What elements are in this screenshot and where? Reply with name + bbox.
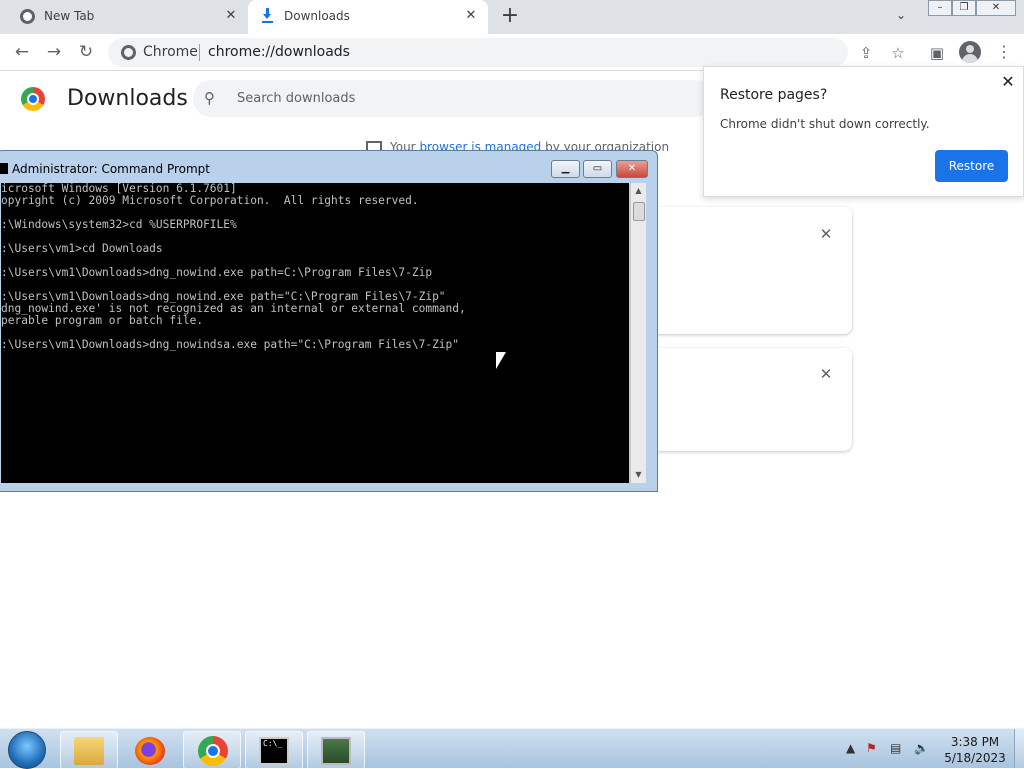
profile-icon[interactable] (959, 41, 981, 63)
close-icon[interactable]: ✕ (818, 226, 834, 242)
taskbar-explorer[interactable] (60, 731, 118, 769)
tab-downloads[interactable]: Downloads ✕ (248, 0, 488, 34)
console-line: :\Users\vm1\Downloads>dng_nowindsa.exe p… (1, 338, 460, 351)
explorer-icon (74, 737, 104, 765)
tray-expand-icon[interactable]: ▲ (846, 741, 855, 755)
firefox-icon (135, 737, 165, 765)
command-prompt-window[interactable]: Administrator: Command Prompt ▁ ▭ ✕ icro… (0, 150, 658, 492)
back-icon[interactable]: ← (12, 42, 32, 62)
console-line: :\Users\vm1\Downloads>dng_nowind.exe pat… (1, 266, 433, 279)
taskbar: C:\_ ▲ ⚑ ▤ 🔈 3:38 PM 5/18/2023 (0, 728, 1024, 769)
close-icon[interactable]: ✕ (462, 7, 480, 25)
close-icon[interactable]: ✕ (818, 366, 834, 382)
download-card: ✕ (654, 348, 852, 451)
restore-pages-dialog: Restore pages? Chrome didn't shut down c… (703, 66, 1024, 197)
clock-date: 5/18/2023 (944, 751, 1006, 765)
star-icon[interactable]: ☆ (887, 42, 909, 64)
taskbar-cmd[interactable]: C:\_ (245, 731, 303, 769)
window-title: Administrator: Command Prompt (12, 162, 210, 176)
cmd-icon (0, 163, 8, 174)
volume-icon[interactable]: 🔈 (914, 741, 929, 755)
tab-new-tab[interactable]: New Tab ✕ (0, 0, 248, 34)
scroll-down-icon[interactable]: ▼ (633, 469, 644, 480)
tab-label: Downloads (284, 9, 350, 23)
mouse-cursor-fill (496, 352, 506, 369)
minimize-button[interactable]: ▁ (551, 160, 580, 178)
address-bar[interactable]: Chrome chrome://downloads (108, 38, 848, 67)
download-icon (262, 8, 274, 24)
cmd-icon: C:\_ (259, 737, 289, 765)
dialog-title: Restore pages? (720, 87, 828, 103)
close-icon[interactable]: ✕ (999, 73, 1017, 91)
search-placeholder: Search downloads (237, 91, 356, 106)
chevron-down-icon[interactable]: ⌄ (896, 8, 914, 26)
clock-time: 3:38 PM (950, 735, 1000, 749)
chrome-icon (20, 9, 35, 24)
console-line: :\Users\vm1>cd Downloads (1, 242, 163, 255)
dialog-body: Chrome didn't shut down correctly. (720, 117, 930, 131)
chrome-icon (198, 736, 228, 766)
restore-button[interactable]: Restore (935, 150, 1008, 182)
show-desktop-button[interactable] (1014, 729, 1024, 768)
restore-button[interactable]: ❐ (952, 0, 976, 16)
window-titlebar[interactable]: Administrator: Command Prompt ▁ ▭ ✕ (0, 151, 657, 183)
console-line: opyright (c) 2009 Microsoft Corporation.… (1, 194, 419, 207)
taskmgr-icon (321, 737, 351, 765)
scroll-up-icon[interactable]: ▲ (633, 185, 644, 196)
chrome-icon (121, 45, 136, 60)
download-card: ✕ (654, 207, 852, 334)
kebab-menu-icon[interactable]: ⋮ (996, 42, 1012, 62)
clock[interactable]: 3:38 PM 5/18/2023 (940, 734, 1010, 766)
close-button[interactable]: ✕ (616, 160, 648, 178)
maximize-button[interactable]: ▭ (583, 160, 612, 178)
windows-start-icon[interactable] (8, 731, 46, 769)
tab-label: New Tab (44, 9, 95, 23)
taskbar-task-manager[interactable] (307, 731, 365, 769)
chrome-icon (21, 87, 45, 111)
console-line: :\Windows\system32>cd %USERPROFILE% (1, 218, 237, 231)
scroll-thumb[interactable] (633, 202, 645, 221)
site-label: Chrome (143, 44, 198, 60)
share-icon[interactable]: ⇪ (855, 42, 877, 64)
close-window-button[interactable]: ✕ (976, 0, 1016, 16)
console-output[interactable]: icrosoft Windows [Version 6.1.7601] opyri… (1, 183, 629, 483)
search-input[interactable]: ⚲ Search downloads (193, 80, 713, 117)
network-icon[interactable]: ▤ (890, 741, 901, 755)
divider (199, 44, 200, 61)
close-icon[interactable]: ✕ (222, 7, 240, 25)
taskbar-firefox[interactable] (121, 731, 179, 769)
action-center-icon[interactable]: ⚑ (866, 741, 877, 755)
minimize-button[interactable]: – (928, 0, 952, 16)
reload-icon[interactable]: ↻ (76, 42, 96, 62)
forward-icon[interactable]: → (44, 42, 64, 62)
url-text[interactable]: chrome://downloads (208, 44, 350, 60)
taskbar-chrome[interactable] (183, 731, 241, 769)
scrollbar[interactable]: ▲ ▼ (630, 183, 646, 483)
console-line: perable program or batch file. (1, 314, 204, 327)
tab-strip: New Tab ✕ Downloads ✕ + ⌄ – ❐ ✕ (0, 0, 1024, 34)
side-panel-icon[interactable]: ▣ (926, 42, 948, 64)
plus-icon[interactable]: + (500, 5, 520, 29)
search-icon: ⚲ (204, 89, 215, 107)
page-title: Downloads (67, 86, 188, 111)
